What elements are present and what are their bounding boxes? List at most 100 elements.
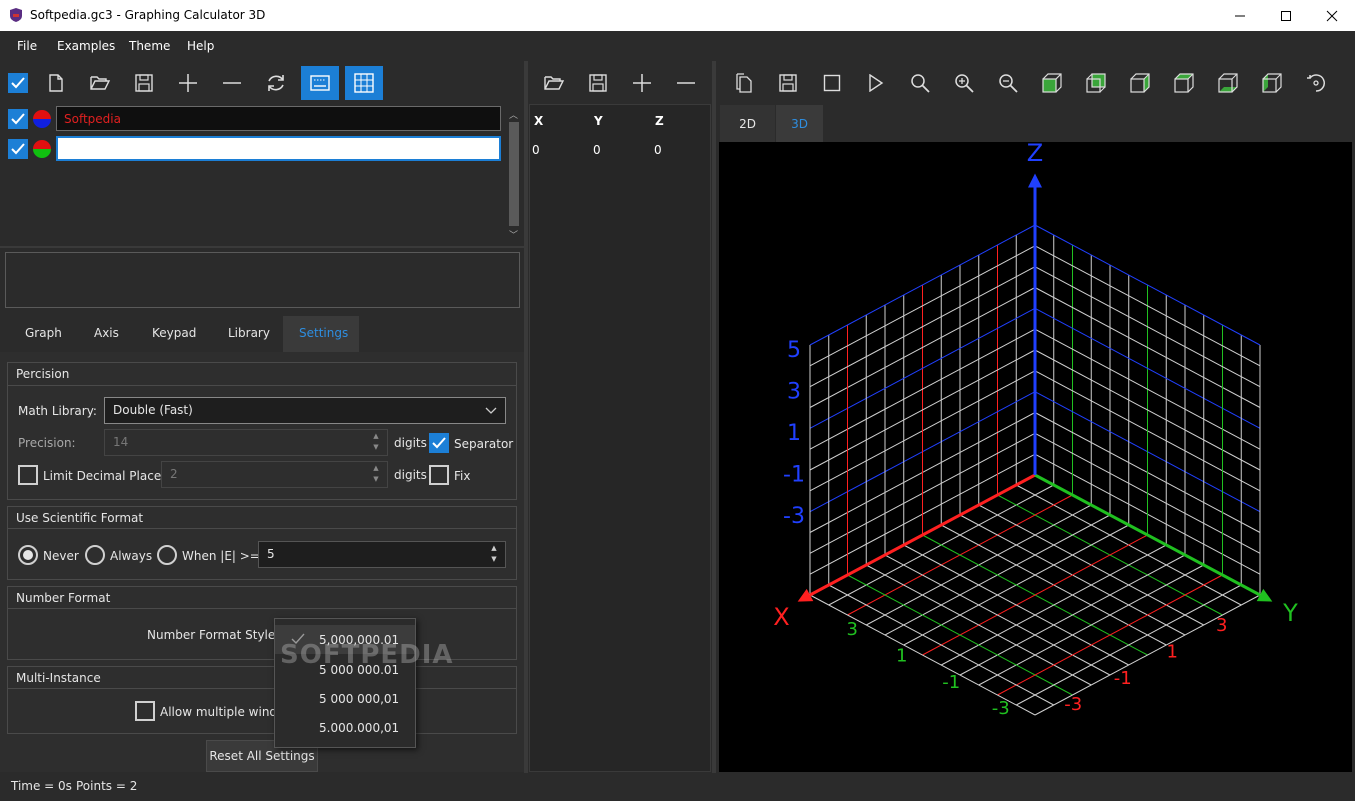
menu-theme[interactable]: Theme xyxy=(129,39,170,53)
zoom-out-button[interactable] xyxy=(989,66,1027,100)
view-top-cube-button[interactable] xyxy=(1165,66,1203,100)
view-front-cube-button[interactable] xyxy=(1077,66,1115,100)
view-side-cube-button[interactable] xyxy=(1121,66,1159,100)
tab-settings[interactable]: Settings xyxy=(299,326,348,340)
math-library-select[interactable]: Double (Fast) xyxy=(104,397,506,424)
tab-3d[interactable]: 3D xyxy=(776,105,823,142)
number-format-style-label: Number Format Style: xyxy=(147,628,280,642)
z-axis-label: Z xyxy=(1027,142,1043,167)
number-format-option-label: 5.000.000,01 xyxy=(319,720,400,735)
status-time: Time = 0s xyxy=(11,779,72,793)
table-cell-x[interactable]: 0 xyxy=(532,143,540,157)
stop-button[interactable] xyxy=(813,66,851,100)
new-file-button[interactable] xyxy=(37,66,75,100)
expression-preview xyxy=(5,252,520,308)
equation-2-color-icon[interactable] xyxy=(32,139,52,159)
menu-examples[interactable]: Examples xyxy=(57,39,115,53)
exponent-threshold-input[interactable]: 5 ▲ ▼ xyxy=(258,541,506,568)
tab-graph[interactable]: Graph xyxy=(25,326,62,340)
maximize-button[interactable] xyxy=(1263,0,1309,31)
minimize-button[interactable] xyxy=(1217,0,1263,31)
column-header-y[interactable]: Y xyxy=(594,114,603,128)
equation-1-input[interactable]: Softpedia xyxy=(56,106,501,131)
separator-checkbox[interactable] xyxy=(429,433,449,453)
graph-save-button[interactable] xyxy=(769,66,807,100)
tab-2d-label: 2D xyxy=(739,116,756,131)
select-all-checkbox[interactable] xyxy=(8,73,28,93)
save-icon xyxy=(779,74,797,92)
view-bottom-cube-button[interactable] xyxy=(1209,66,1247,100)
tab-2d[interactable]: 2D xyxy=(720,105,775,142)
table-add-row-button[interactable] xyxy=(623,66,661,100)
table-open-button[interactable] xyxy=(535,66,573,100)
menu-help[interactable]: Help xyxy=(187,39,214,53)
rotate-button[interactable] xyxy=(1297,66,1335,100)
divider xyxy=(8,528,516,529)
scroll-up-icon[interactable]: ︿ xyxy=(509,108,518,121)
refresh-button[interactable] xyxy=(257,66,295,100)
radio-when[interactable] xyxy=(157,545,177,565)
keypad-toggle-button[interactable] xyxy=(301,66,339,100)
new-file-icon xyxy=(49,74,63,92)
splitter[interactable] xyxy=(524,61,528,773)
y-tick-label: 3 xyxy=(847,619,858,640)
spin-up-icon[interactable]: ▲ xyxy=(371,432,381,441)
spin-down-icon[interactable]: ▼ xyxy=(489,555,499,564)
spin-up-icon[interactable]: ▲ xyxy=(489,544,499,553)
open-file-button[interactable] xyxy=(81,66,119,100)
limit-decimal-checkbox[interactable] xyxy=(18,465,38,485)
precision-input[interactable]: 14 ▲ ▼ xyxy=(104,429,388,456)
stop-icon xyxy=(823,74,841,92)
precision-label: Precision: xyxy=(18,436,76,450)
table-cell-z[interactable]: 0 xyxy=(654,143,662,157)
menu-file[interactable]: File xyxy=(17,39,37,53)
tab-axis[interactable]: Axis xyxy=(94,326,119,340)
play-button[interactable] xyxy=(857,66,895,100)
scroll-down-icon[interactable]: ﹀ xyxy=(509,228,518,241)
spin-down-icon[interactable]: ▼ xyxy=(371,475,381,484)
search-button[interactable] xyxy=(901,66,939,100)
number-format-option[interactable]: 5 000 000,01 xyxy=(275,684,415,713)
column-header-z[interactable]: Z xyxy=(655,114,664,128)
table-cell-y[interactable]: 0 xyxy=(593,143,601,157)
add-equation-button[interactable] xyxy=(169,66,207,100)
close-button[interactable] xyxy=(1309,0,1355,31)
tab-library[interactable]: Library xyxy=(228,326,270,340)
equation-2-input[interactable] xyxy=(56,136,501,161)
graph-canvas[interactable]: X Y Z 5 3 1 -1 -3 3 1 -1 -3 3 1 -1 -3 xyxy=(719,142,1352,772)
folder-open-icon xyxy=(90,76,111,90)
percision-group-title: Percision xyxy=(16,367,70,381)
zoom-in-button[interactable] xyxy=(945,66,983,100)
3d-axes-plot[interactable]: X Y Z 5 3 1 -1 -3 3 1 -1 -3 3 1 -1 -3 xyxy=(719,142,1352,772)
equation-1-color-icon[interactable] xyxy=(32,109,52,129)
radio-always[interactable] xyxy=(85,545,105,565)
chevron-down-icon xyxy=(485,407,497,414)
equation-2-checkbox[interactable] xyxy=(8,139,28,159)
splitter[interactable] xyxy=(712,61,716,773)
radio-never-label: Never xyxy=(43,549,79,563)
save-button[interactable] xyxy=(125,66,163,100)
spin-up-icon[interactable]: ▲ xyxy=(371,464,381,473)
fix-checkbox[interactable] xyxy=(429,465,449,485)
remove-equation-button[interactable] xyxy=(213,66,251,100)
cube-bottom-icon xyxy=(1218,73,1238,93)
number-format-option[interactable]: 5.000.000,01 xyxy=(275,713,415,742)
z-tick-label: -3 xyxy=(783,504,805,529)
column-header-x[interactable]: X xyxy=(534,114,543,128)
view-wire-cube-button[interactable] xyxy=(1253,66,1291,100)
copy-button[interactable] xyxy=(725,66,763,100)
equation-1-checkbox[interactable] xyxy=(8,109,28,129)
allow-multiple-checkbox[interactable] xyxy=(135,701,155,721)
tab-keypad[interactable]: Keypad xyxy=(152,326,196,340)
limit-decimal-input[interactable]: 2 ▲ ▼ xyxy=(161,461,388,488)
scroll-thumb[interactable] xyxy=(509,122,519,226)
view-solid-cube-button[interactable] xyxy=(1033,66,1071,100)
spin-down-icon[interactable]: ▼ xyxy=(371,443,381,452)
equation-scrollbar[interactable]: ︿ ﹀ xyxy=(507,106,521,244)
radio-always-label: Always xyxy=(110,549,153,563)
keyboard-icon xyxy=(310,75,330,91)
table-remove-row-button[interactable] xyxy=(667,66,705,100)
table-save-button[interactable] xyxy=(579,66,617,100)
radio-never[interactable] xyxy=(18,545,38,565)
table-toggle-button[interactable] xyxy=(345,66,383,100)
